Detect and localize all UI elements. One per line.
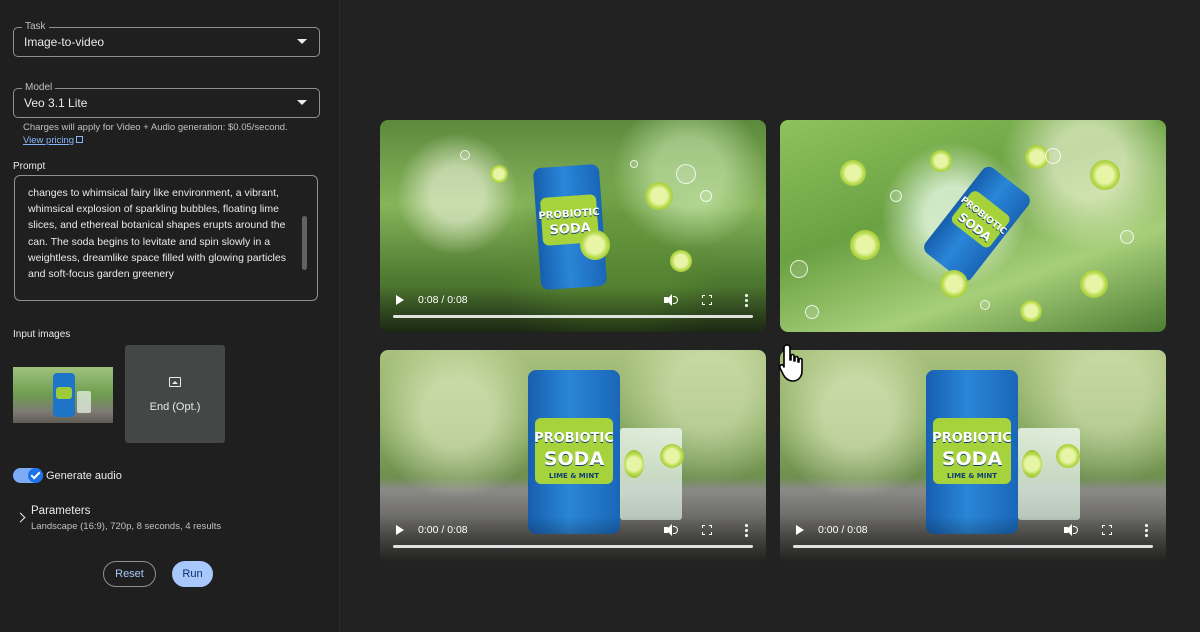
more-vert-icon[interactable] (745, 524, 748, 537)
video-time: 0:08 / 0:08 (418, 294, 468, 306)
video-controls: 0:00 / 0:08 (780, 516, 1166, 562)
image-icon (169, 377, 181, 387)
run-button[interactable]: Run (172, 561, 213, 587)
prompt-text: changes to whimsical fairy like environm… (28, 187, 286, 281)
video-controls: 0:00 / 0:08 (380, 516, 766, 562)
video-time: 0:00 / 0:08 (818, 524, 868, 536)
external-link-icon (76, 136, 84, 143)
video-progress-bar[interactable] (393, 315, 753, 318)
reset-button[interactable]: Reset (103, 561, 156, 587)
task-select[interactable]: Task Image-to-video (13, 21, 320, 57)
thumbnail-can (53, 373, 75, 417)
results-area: PROBIOTIC SODA 0:08 / 0:08 PROBIOTIC SOD… (340, 0, 1200, 632)
result-video-1[interactable]: PROBIOTIC SODA 0:08 / 0:08 (380, 120, 766, 332)
end-image-label: End (Opt.) (149, 401, 201, 413)
soda-can: PROBIOTIC SODA (532, 163, 608, 291)
soda-can: PROBIOTIC SODA LIME & MINT (926, 370, 1018, 534)
more-vert-icon[interactable] (745, 294, 748, 307)
charges-note: Charges will apply for Video + Audio gen… (23, 122, 288, 133)
check-icon (28, 468, 43, 483)
task-value: Image-to-video (24, 35, 105, 49)
task-legend: Task (22, 21, 49, 33)
video-controls: 0:08 / 0:08 (380, 286, 766, 332)
fullscreen-icon[interactable] (702, 525, 712, 535)
volume-icon[interactable] (1064, 524, 1078, 536)
video-progress-bar[interactable] (393, 545, 753, 548)
hand-pointer-icon (778, 344, 803, 382)
result-video-3[interactable]: PROBIOTIC SODA LIME & MINT 0:00 / 0:08 (380, 350, 766, 562)
view-pricing-label: View pricing (23, 135, 75, 146)
prompt-textarea[interactable]: changes to whimsical fairy like environm… (14, 175, 318, 301)
prompt-scrollbar[interactable] (302, 216, 307, 270)
caret-down-icon (297, 39, 307, 44)
soda-can: PROBIOTIC SODA (920, 163, 1034, 285)
play-icon[interactable] (796, 525, 804, 535)
more-vert-icon[interactable] (1145, 524, 1148, 537)
result-video-4[interactable]: PROBIOTIC SODA LIME & MINT 0:00 / 0:08 (780, 350, 1166, 562)
settings-sidebar: Task Image-to-video Model Veo 3.1 Lite C… (0, 0, 340, 632)
video-time: 0:00 / 0:08 (418, 524, 468, 536)
start-image-thumbnail[interactable] (13, 367, 113, 423)
model-legend: Model (22, 82, 56, 94)
video-progress-bar[interactable] (793, 545, 1153, 548)
chevron-right-icon[interactable] (15, 512, 26, 523)
play-icon[interactable] (396, 295, 404, 305)
app-window: Task Image-to-video Model Veo 3.1 Lite C… (0, 0, 1200, 632)
parameters-title[interactable]: Parameters (31, 505, 90, 517)
view-pricing-link[interactable]: View pricing (23, 135, 84, 146)
fullscreen-icon[interactable] (1102, 525, 1112, 535)
prompt-label: Prompt (13, 161, 46, 172)
fullscreen-icon[interactable] (702, 295, 712, 305)
end-image-slot[interactable]: End (Opt.) (125, 345, 225, 443)
generate-audio-toggle[interactable] (13, 468, 43, 483)
soda-can: PROBIOTIC SODA LIME & MINT (528, 370, 620, 534)
volume-icon[interactable] (664, 524, 678, 536)
caret-down-icon (297, 100, 307, 105)
parameters-summary: Landscape (16:9), 720p, 8 seconds, 4 res… (31, 521, 222, 532)
thumbnail-glass (77, 391, 91, 413)
model-value: Veo 3.1 Lite (24, 96, 88, 110)
volume-icon[interactable] (664, 294, 678, 306)
video-frame: PROBIOTIC SODA (780, 120, 1166, 332)
model-select[interactable]: Model Veo 3.1 Lite (13, 82, 320, 118)
result-video-2[interactable]: PROBIOTIC SODA (780, 120, 1166, 332)
play-icon[interactable] (396, 525, 404, 535)
generate-audio-label: Generate audio (46, 470, 122, 482)
input-images-label: Input images (13, 329, 71, 340)
